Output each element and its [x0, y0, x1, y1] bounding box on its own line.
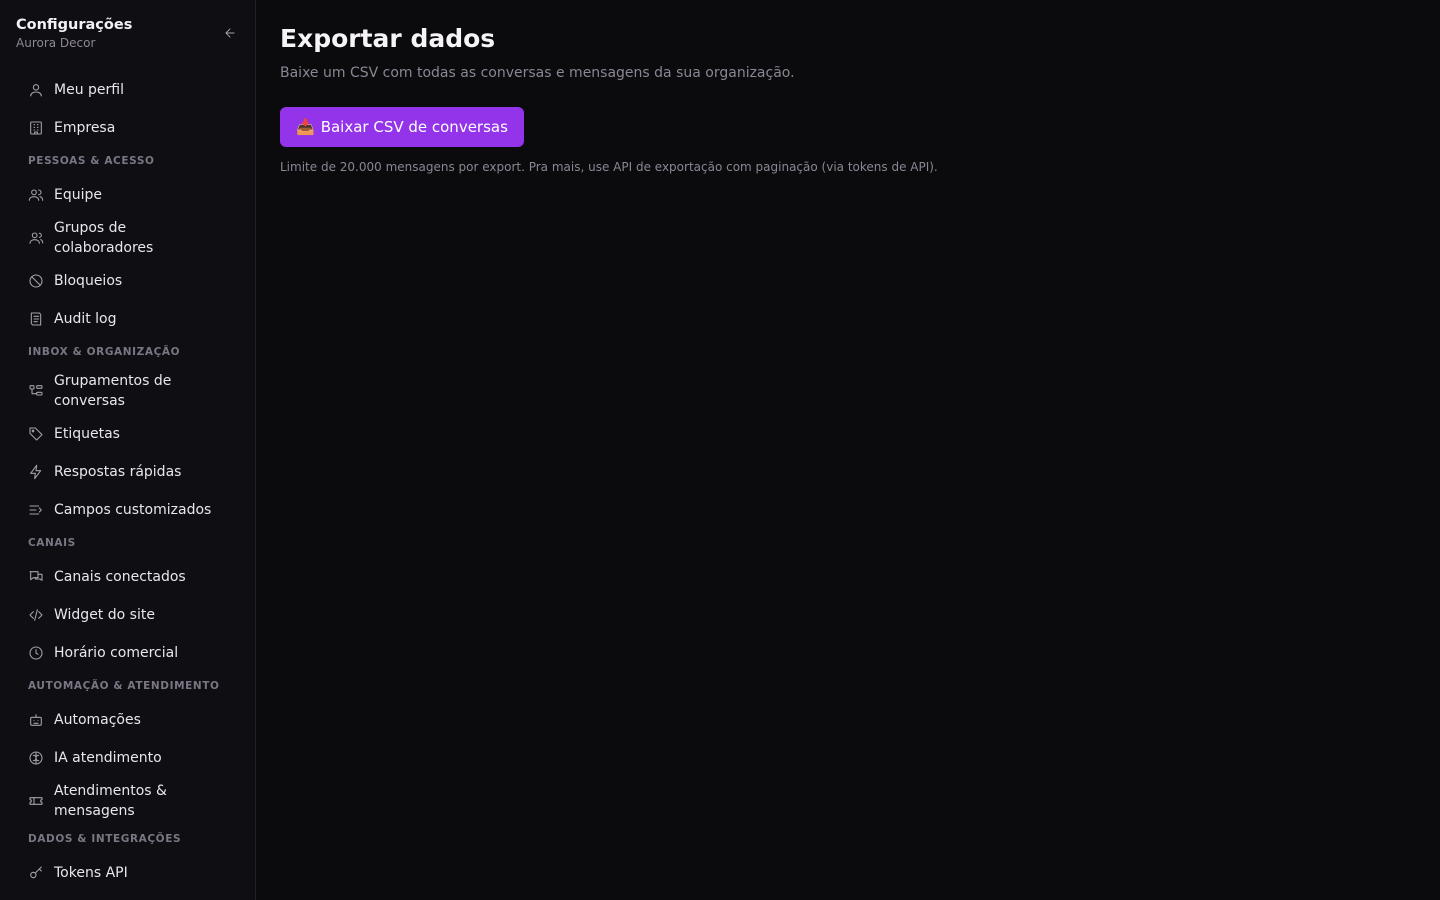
sidebar-item-label: IA atendimento [54, 750, 162, 766]
sidebar-item-label: Etiquetas [54, 426, 120, 442]
sidebar-item-label: Respostas rápidas [54, 464, 182, 480]
building-icon [30, 121, 42, 135]
sidebar-title: Configurações [16, 17, 133, 33]
download-csv-button[interactable]: 📥 Baixar CSV de conversas [280, 107, 524, 147]
sidebar-item-api-tokens[interactable]: Tokens API [12, 854, 243, 892]
sidebar-header: Configurações Aurora Decor [0, 0, 255, 66]
section-channels: CANAIS [28, 537, 76, 549]
sidebar-item-label: Widget do site [54, 607, 155, 623]
download-csv-label: Baixar CSV de conversas [320, 118, 508, 136]
organization-name: Aurora Decor [16, 36, 96, 50]
split-icon [29, 385, 43, 396]
sidebar-item-label: Grupos de colaboradores [54, 220, 154, 256]
sidebar-item-custom-fields[interactable]: Campos customizados [12, 491, 243, 529]
sidebar-item-label: Campos customizados [54, 502, 212, 518]
bot-icon [30, 714, 42, 726]
user-group-icon [29, 232, 44, 244]
sidebar-item-company[interactable]: Empresa [12, 109, 243, 147]
list-icon [29, 505, 42, 515]
sidebar-item-label: Tokens API [54, 865, 128, 881]
settings-nav: Meu perfil Empresa PESSOAS & ACESSO Equi… [0, 66, 255, 892]
ban-icon [29, 274, 43, 288]
collapse-sidebar-button[interactable] [221, 24, 239, 42]
sidebar-item-label: Meu perfil [54, 82, 124, 98]
page-title: Exportar dados [280, 24, 496, 53]
sidebar-item-label: Empresa [54, 120, 116, 136]
inbox-tray-icon: 📥 [296, 118, 315, 136]
sidebar-item-label: Automações [54, 712, 141, 728]
sidebar-item-site-widget[interactable]: Widget do site [12, 596, 243, 634]
section-automation: AUTOMAÇÃO & ATENDIMENTO [28, 680, 220, 692]
sidebar-item-label: Horário comercial [54, 645, 179, 661]
sidebar-item-label: Audit log [54, 311, 117, 327]
sidebar-item-automations[interactable]: Automações [12, 701, 243, 739]
users-icon [28, 189, 44, 201]
export-limit-note: Limite de 20.000 mensagens por export. P… [280, 160, 938, 174]
sidebar-item-label: Bloqueios [54, 273, 123, 289]
clock-icon [29, 646, 43, 660]
zap-icon [30, 464, 42, 480]
receipt-icon [30, 312, 42, 326]
sidebar-item-quick-replies[interactable]: Respostas rápidas [12, 453, 243, 491]
page-description: Baixe um CSV com todas as conversas e me… [280, 65, 795, 81]
user-icon [30, 84, 42, 97]
sidebar-item-team[interactable]: Equipe [12, 176, 243, 214]
sidebar-item-label: Atendimentos & mensagens [54, 783, 167, 819]
sidebar-item-blocks[interactable]: Bloqueios [12, 262, 243, 300]
sidebar-item-tickets-messages[interactable]: Atendimentos & mensagens [12, 777, 243, 825]
key-icon [30, 866, 42, 879]
arrow-left-icon [225, 28, 235, 38]
settings-sidebar: Configurações Aurora Decor Meu perfil Em… [0, 0, 256, 900]
app-root: Configurações Aurora Decor Meu perfil Em… [0, 0, 1440, 900]
section-data-integrations: DADOS & INTEGRAÇÕES [28, 833, 182, 845]
brain-icon [29, 751, 43, 765]
sidebar-item-profile[interactable]: Meu perfil [12, 71, 243, 109]
sidebar-item-business-hours[interactable]: Horário comercial [12, 634, 243, 672]
sidebar-item-ai-support[interactable]: IA atendimento [12, 739, 243, 777]
sidebar-item-label: Canais conectados [54, 569, 186, 585]
sidebar-item-audit-log[interactable]: Audit log [12, 300, 243, 338]
sidebar-item-groups[interactable]: Grupos de colaboradores [12, 214, 243, 262]
sidebar-item-label: Grupamentos de conversas [54, 373, 172, 409]
section-inbox-organization: INBOX & ORGANIZAÇÃO [28, 346, 181, 358]
sidebar-item-groupings[interactable]: Grupamentos de conversas [12, 367, 243, 415]
ticket-icon [29, 797, 43, 805]
sidebar-item-connected-channels[interactable]: Canais conectados [12, 558, 243, 596]
sidebar-item-label: Equipe [54, 187, 102, 203]
code-icon [29, 609, 43, 621]
chat-icon [29, 571, 43, 581]
section-people-access: PESSOAS & ACESSO [28, 155, 155, 167]
export-data-panel: Exportar dados Baixe um CSV com todas as… [256, 0, 1440, 900]
sidebar-item-tags[interactable]: Etiquetas [12, 415, 243, 453]
tag-icon [29, 427, 43, 441]
